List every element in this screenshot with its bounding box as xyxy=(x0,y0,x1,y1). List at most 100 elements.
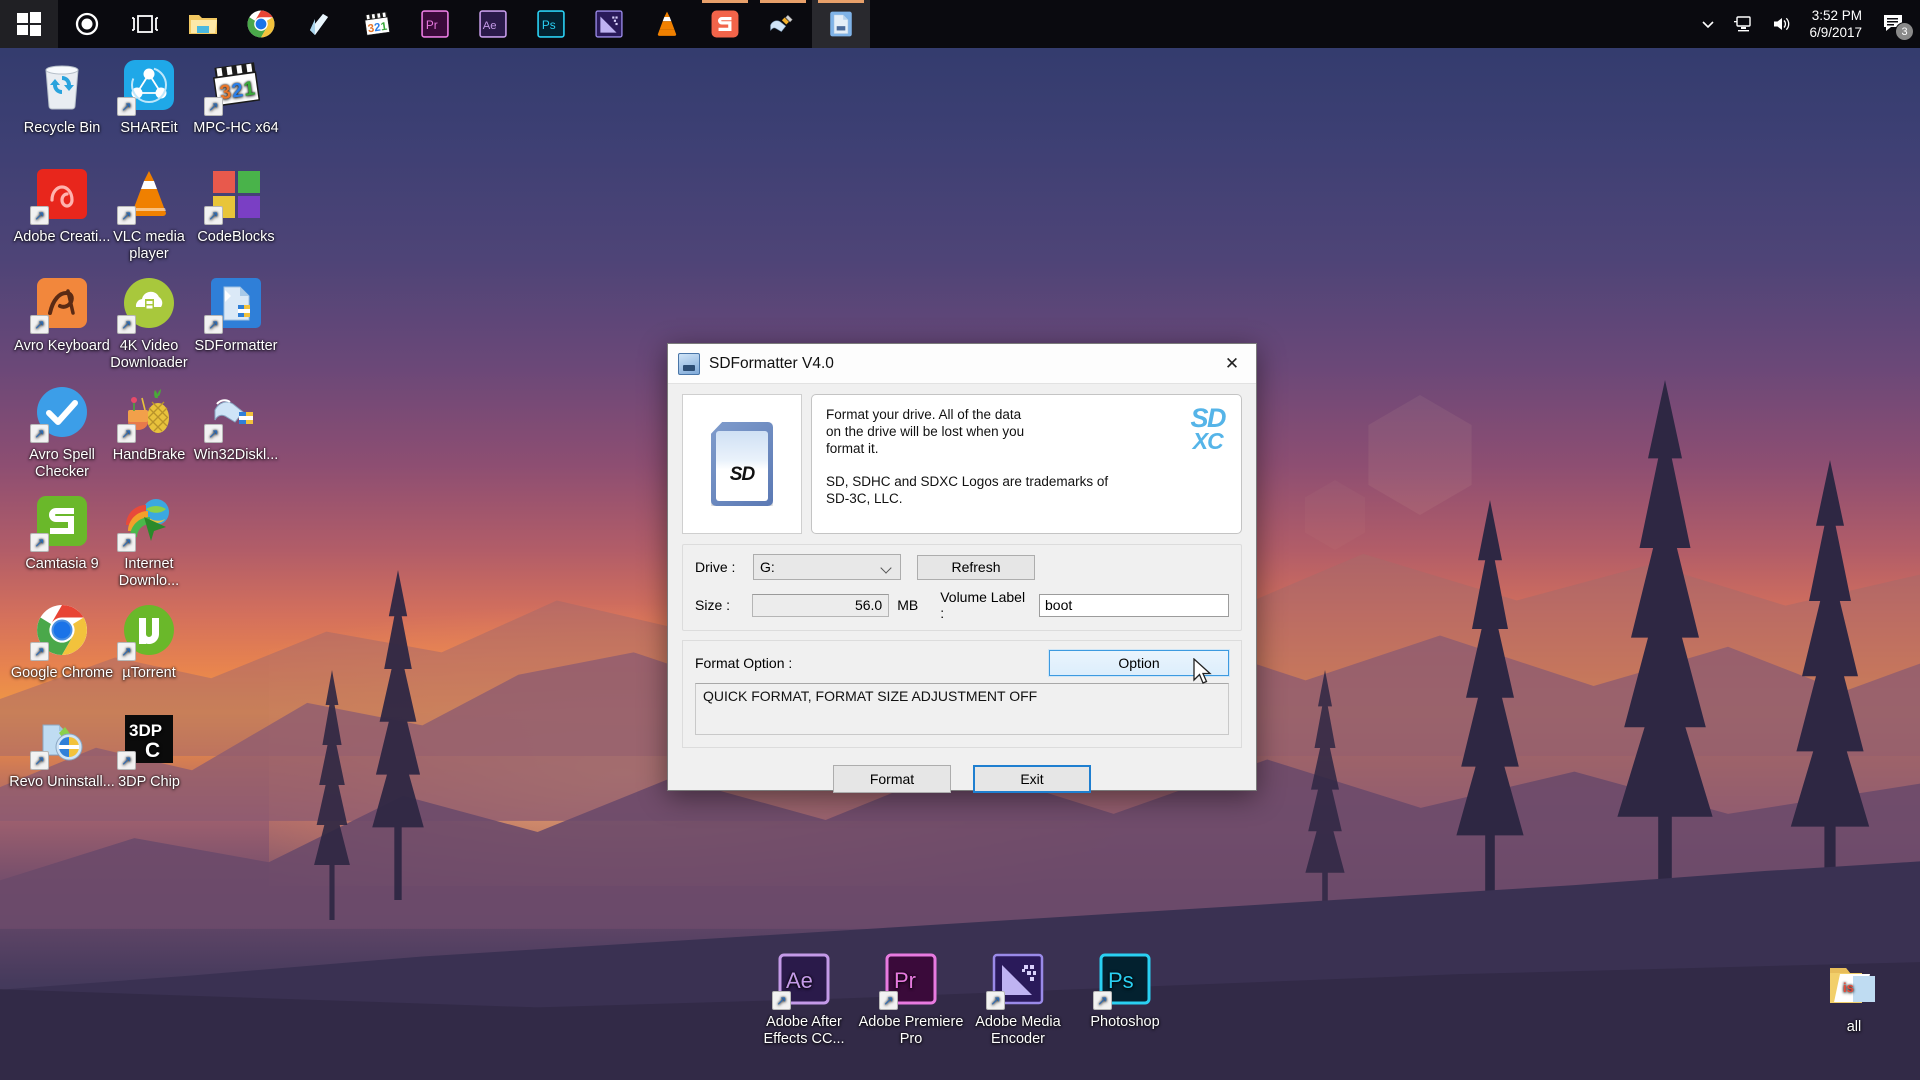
exit-button[interactable]: Exit xyxy=(973,765,1091,793)
desktop-icon[interactable]: CodeBlocks xyxy=(182,165,290,246)
option-button[interactable]: Option xyxy=(1048,649,1230,677)
cortana-button[interactable] xyxy=(58,0,116,48)
shortcut-arrow-icon xyxy=(204,424,223,443)
task-view-icon xyxy=(130,9,160,39)
photoshop-icon: Ps xyxy=(1093,950,1154,1010)
svg-text:Pr: Pr xyxy=(426,18,438,32)
premiere-button[interactable]: Pr xyxy=(406,0,464,48)
shortcut-arrow-icon xyxy=(204,315,223,334)
win32diskimager-icon xyxy=(204,383,265,443)
system-tray: 3:52 PM 6/9/2017 3 xyxy=(1691,0,1920,48)
mpc-hc-321-icon: 3 2 1 xyxy=(204,56,265,116)
description-line-2: on the drive will be lost when you xyxy=(826,424,1025,439)
desktop-icon[interactable]: Ae Adobe After Effects CC... xyxy=(750,950,858,1048)
size-unit: MB xyxy=(897,597,919,613)
3dp-chip-icon: 3DP C xyxy=(117,710,178,770)
chrome-button[interactable] xyxy=(232,0,290,48)
desktop-icon[interactable]: Internet Downlo... xyxy=(95,492,203,590)
desktop-icon-label: MPC-HC x64 xyxy=(193,120,279,136)
desktop-icon[interactable]: µTorrent xyxy=(95,601,203,682)
svg-text:Ps: Ps xyxy=(542,18,556,32)
refresh-button[interactable]: Refresh xyxy=(917,554,1035,580)
desktop-icon-label: µTorrent xyxy=(122,665,176,681)
clock[interactable]: 3:52 PM 6/9/2017 xyxy=(1801,0,1874,48)
store-icon xyxy=(304,9,334,39)
avro-keyboard-icon xyxy=(30,274,91,334)
sdxc-logo-line2: XC xyxy=(1192,427,1224,454)
task-view-button[interactable] xyxy=(116,0,174,48)
close-icon[interactable]: ✕ xyxy=(1208,344,1256,383)
desktop-icon[interactable]: is all xyxy=(1800,955,1908,1036)
camtasia-icon xyxy=(710,9,740,39)
shortcut-arrow-icon xyxy=(117,751,136,770)
description-box: SD XC Format your drive. All of the data… xyxy=(811,394,1242,534)
taskbar: 3 2 1 Pr Ae Ps 3:52 PM 6/9/2017 3 xyxy=(0,0,1920,48)
sdformatter-icon xyxy=(826,9,856,39)
file-explorer-button[interactable] xyxy=(174,0,232,48)
mpc-hc-button[interactable]: 3 2 1 xyxy=(348,0,406,48)
premiere-pro-icon: Pr xyxy=(879,950,940,1010)
shortcut-arrow-icon xyxy=(117,97,136,116)
4k-video-downloader-icon xyxy=(117,274,178,334)
sdxc-logo: SD XC xyxy=(1190,405,1226,454)
chrome-icon xyxy=(30,601,91,661)
desktop-icon[interactable]: SDFormatter xyxy=(182,274,290,355)
desktop-icon[interactable]: Ps Photoshop xyxy=(1071,950,1179,1031)
desktop-icon[interactable]: Pr Adobe Premiere Pro xyxy=(857,950,965,1048)
svg-text:C: C xyxy=(145,739,160,762)
adobe-creative-cloud-icon xyxy=(30,165,91,225)
vlc-cone-icon xyxy=(117,165,178,225)
desktop-icon-label: Photoshop xyxy=(1090,1014,1160,1030)
shareit-icon xyxy=(117,56,178,116)
desktop-icon[interactable]: Adobe Media Encoder xyxy=(964,950,1072,1048)
volume-label: Volume Label : xyxy=(940,589,1026,621)
notification-badge: 3 xyxy=(1895,22,1914,41)
recycle-bin-icon xyxy=(33,56,91,114)
tools-button[interactable] xyxy=(754,0,812,48)
desktop-icon-label: Adobe Premiere Pro xyxy=(858,1014,964,1047)
media-encoder-icon xyxy=(594,9,624,39)
drive-select[interactable]: G: xyxy=(753,554,901,580)
vlc-button[interactable] xyxy=(638,0,696,48)
after-effects-button[interactable]: Ae xyxy=(464,0,522,48)
shortcut-arrow-icon xyxy=(204,97,223,116)
utorrent-icon xyxy=(117,601,178,661)
svg-text:Ae: Ae xyxy=(786,968,813,993)
drive-label: Drive : xyxy=(695,559,736,575)
svg-text:Pr: Pr xyxy=(894,968,916,993)
sdformatter-button[interactable] xyxy=(812,0,870,48)
shortcut-arrow-icon xyxy=(204,206,223,225)
clock-date: 6/9/2017 xyxy=(1809,25,1862,40)
photoshop-button[interactable]: Ps xyxy=(522,0,580,48)
volume-icon[interactable] xyxy=(1763,0,1801,48)
premiere-pro-icon: Pr xyxy=(420,9,450,39)
codeblocks-icon xyxy=(204,165,265,225)
action-center-button[interactable]: 3 xyxy=(1874,0,1920,48)
clock-time: 3:52 PM xyxy=(1811,8,1862,23)
dialog-titlebar[interactable]: SDFormatter V4.0 ✕ xyxy=(668,344,1256,384)
svg-text:is: is xyxy=(1843,980,1854,995)
start-button[interactable] xyxy=(0,0,58,48)
desktop-icon[interactable]: Win32Diskl... xyxy=(182,383,290,464)
size-label: Size : xyxy=(695,597,731,613)
format-option-panel: Format Option : Option QUICK FORMAT, FOR… xyxy=(682,640,1242,748)
show-hidden-icons-button[interactable] xyxy=(1691,0,1725,48)
shortcut-arrow-icon xyxy=(117,315,136,334)
internet-download-manager-icon xyxy=(117,492,178,552)
handbrake-pineapple-icon xyxy=(117,383,178,443)
camtasia-button[interactable] xyxy=(696,0,754,48)
camtasia-icon xyxy=(30,492,91,552)
after-effects-icon: Ae xyxy=(772,950,833,1010)
volume-label-input[interactable] xyxy=(1039,593,1229,617)
desktop-icon-label: SDFormatter xyxy=(194,338,278,354)
network-icon[interactable] xyxy=(1725,0,1763,48)
drive-select-wrapper[interactable]: G: xyxy=(753,554,901,580)
description-line-5: SD-3C, LLC. xyxy=(826,491,903,506)
format-button[interactable]: Format xyxy=(833,765,951,793)
media-encoder-button[interactable] xyxy=(580,0,638,48)
sd-logo-text: SD xyxy=(729,464,755,485)
sdformatter-icon xyxy=(678,352,700,375)
desktop-icon[interactable]: 3 2 1 MPC-HC x64 xyxy=(182,56,290,137)
desktop-icon[interactable]: 3DP C 3DP Chip xyxy=(95,710,203,791)
store-button[interactable] xyxy=(290,0,348,48)
